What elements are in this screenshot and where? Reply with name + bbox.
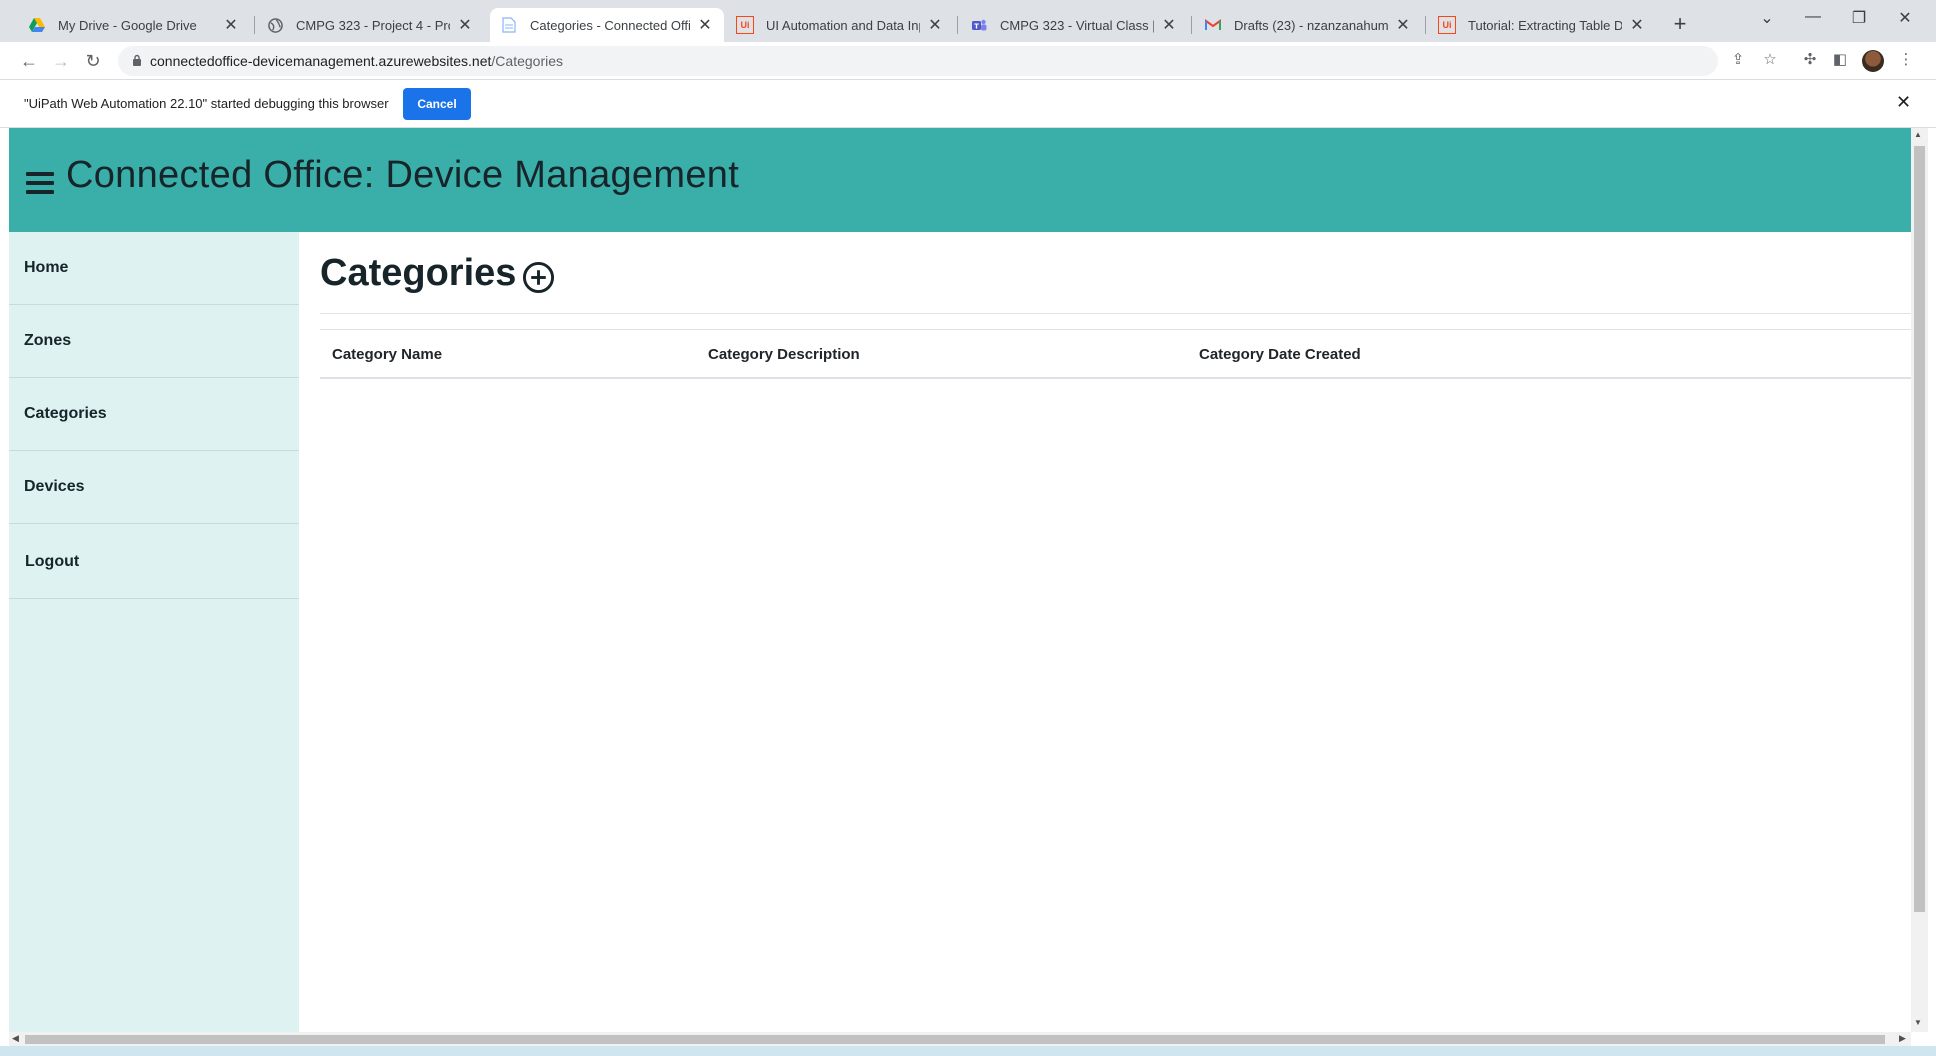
close-tab-icon[interactable]: ✕ bbox=[1628, 15, 1646, 35]
tab-divider bbox=[957, 16, 958, 34]
browser-tab[interactable]: Ui Tutorial: Extracting Table Data fr ✕ bbox=[1428, 8, 1656, 42]
address-bar[interactable]: connectedoffice-devicemanagement.azurewe… bbox=[118, 46, 1718, 76]
new-tab-button[interactable]: + bbox=[1666, 10, 1694, 38]
add-category-icon[interactable] bbox=[522, 261, 555, 294]
close-tab-icon[interactable]: ✕ bbox=[926, 15, 944, 35]
browser-toolbar: ← → ↻ connectedoffice-devicemanagement.a… bbox=[0, 42, 1936, 80]
sidebar-item-categories[interactable]: Categories bbox=[9, 378, 299, 451]
browser-tab[interactable]: T CMPG 323 - Virtual Class | Micr ✕ bbox=[960, 8, 1188, 42]
sidebar-item-label: Categories bbox=[24, 405, 107, 422]
globe-icon bbox=[266, 16, 284, 34]
sidebar-item-logout[interactable]: Logout bbox=[9, 524, 299, 599]
vertical-scrollbar[interactable]: ▲ ▼ bbox=[1911, 128, 1928, 1032]
document-icon bbox=[500, 16, 518, 34]
url-host: connectedoffice-devicemanagement.azurewe… bbox=[150, 53, 492, 69]
app-header: Connected Office: Device Management bbox=[9, 128, 1911, 232]
sidebar-item-label: Home bbox=[24, 259, 69, 276]
scroll-left-arrow-icon[interactable]: ◀ bbox=[12, 1033, 19, 1044]
sidebar-item-label: Zones bbox=[24, 332, 72, 349]
close-window-icon[interactable]: ✕ bbox=[1885, 8, 1925, 28]
tab-search-icon[interactable]: ⌄ bbox=[1747, 8, 1787, 28]
sidebar-nav: Home Zones Categories Devices Logout bbox=[9, 232, 299, 1032]
scroll-down-arrow-icon[interactable]: ▼ bbox=[1914, 1018, 1922, 1027]
cancel-debugging-button[interactable]: Cancel bbox=[403, 88, 471, 120]
column-header-category-description: Category Description bbox=[708, 346, 860, 363]
restore-icon[interactable]: ❐ bbox=[1839, 8, 1879, 28]
sidebar-item-home[interactable]: Home bbox=[9, 232, 299, 305]
debugging-message: "UiPath Web Automation 22.10" started de… bbox=[24, 96, 389, 111]
share-icon[interactable]: ⇪ bbox=[1727, 50, 1749, 68]
tab-title: CMPG 323 - Virtual Class | Micr bbox=[1000, 17, 1154, 33]
close-tab-icon[interactable]: ✕ bbox=[456, 15, 474, 35]
svg-text:T: T bbox=[974, 22, 979, 30]
close-infobar-icon[interactable]: ✕ bbox=[1896, 92, 1911, 113]
gmail-icon bbox=[1204, 16, 1222, 34]
url-text: connectedoffice-devicemanagement.azurewe… bbox=[150, 53, 563, 69]
tab-title: CMPG 323 - Project 4 - Project E bbox=[296, 17, 450, 33]
google-drive-icon bbox=[28, 16, 46, 34]
more-menu-icon[interactable]: ⋮ bbox=[1895, 50, 1917, 68]
scroll-up-arrow-icon[interactable]: ▲ bbox=[1914, 130, 1922, 139]
teams-icon: T bbox=[970, 16, 988, 34]
heading-divider bbox=[320, 313, 1911, 314]
tab-divider bbox=[1425, 16, 1426, 34]
tab-title: Drafts (23) - nzanzanahume@gr bbox=[1234, 17, 1388, 33]
minimize-icon[interactable]: — bbox=[1793, 8, 1833, 26]
close-tab-icon[interactable]: ✕ bbox=[222, 15, 240, 35]
debugging-infobar: "UiPath Web Automation 22.10" started de… bbox=[0, 80, 1936, 128]
page-title: Categories bbox=[320, 252, 517, 294]
horizontal-scroll-thumb[interactable] bbox=[25, 1035, 1885, 1044]
main-content: Categories Category Name Category Descri… bbox=[299, 232, 1911, 1032]
column-header-category-name: Category Name bbox=[332, 346, 443, 363]
tab-title: My Drive - Google Drive bbox=[58, 17, 197, 33]
vertical-scroll-thumb[interactable] bbox=[1914, 146, 1925, 912]
back-arrow-icon[interactable]: ← bbox=[16, 48, 42, 74]
side-panel-icon[interactable]: ◧ bbox=[1829, 50, 1851, 68]
bookmark-star-icon[interactable]: ☆ bbox=[1759, 50, 1781, 68]
lock-icon bbox=[133, 54, 141, 66]
tab-title: Categories - Connected Office: bbox=[530, 17, 690, 33]
scroll-right-arrow-icon[interactable]: ▶ bbox=[1899, 1033, 1906, 1044]
close-tab-icon[interactable]: ✕ bbox=[1160, 15, 1178, 35]
profile-avatar[interactable] bbox=[1862, 50, 1884, 72]
browser-tab[interactable]: CMPG 323 - Project 4 - Project E ✕ bbox=[256, 8, 484, 42]
categories-table-header: Category Name Category Description Categ… bbox=[320, 329, 1911, 379]
column-header-category-date-created: Category Date Created bbox=[1199, 346, 1361, 363]
tab-title: UI Automation and Data Inputs bbox=[766, 17, 920, 33]
extensions-puzzle-icon[interactable]: ✣ bbox=[1799, 50, 1821, 68]
browser-tab[interactable]: My Drive - Google Drive ✕ bbox=[18, 8, 250, 42]
browser-tab-strip: My Drive - Google Drive ✕ CMPG 323 - Pro… bbox=[0, 0, 1936, 42]
hamburger-menu-icon[interactable] bbox=[26, 172, 54, 194]
reload-icon[interactable]: ↻ bbox=[80, 48, 106, 74]
sidebar-item-devices[interactable]: Devices bbox=[9, 451, 299, 524]
uipath-icon: Ui bbox=[1438, 16, 1456, 34]
tab-divider bbox=[1191, 16, 1192, 34]
uipath-icon: Ui bbox=[736, 16, 754, 34]
close-tab-icon[interactable]: ✕ bbox=[1394, 15, 1412, 35]
browser-tab[interactable]: Drafts (23) - nzanzanahume@gr ✕ bbox=[1194, 8, 1422, 42]
browser-tab-active[interactable]: Categories - Connected Office: ✕ bbox=[490, 8, 724, 42]
forward-arrow-icon[interactable]: → bbox=[48, 48, 74, 74]
tab-divider bbox=[254, 16, 255, 34]
browser-tab[interactable]: Ui UI Automation and Data Inputs ✕ bbox=[726, 8, 954, 42]
url-path: /Categories bbox=[491, 53, 563, 69]
tab-title: Tutorial: Extracting Table Data fr bbox=[1468, 17, 1622, 33]
horizontal-scrollbar[interactable]: ◀ ▶ bbox=[9, 1032, 1911, 1046]
sidebar-item-zones[interactable]: Zones bbox=[9, 305, 299, 378]
sidebar-item-label: Devices bbox=[24, 478, 85, 495]
sidebar-item-label: Logout bbox=[25, 553, 80, 570]
taskbar-edge bbox=[0, 1046, 1936, 1056]
close-tab-icon[interactable]: ✕ bbox=[696, 15, 714, 35]
web-page: Connected Office: Device Management Home… bbox=[9, 128, 1911, 1032]
app-title: Connected Office: Device Management bbox=[66, 154, 740, 196]
